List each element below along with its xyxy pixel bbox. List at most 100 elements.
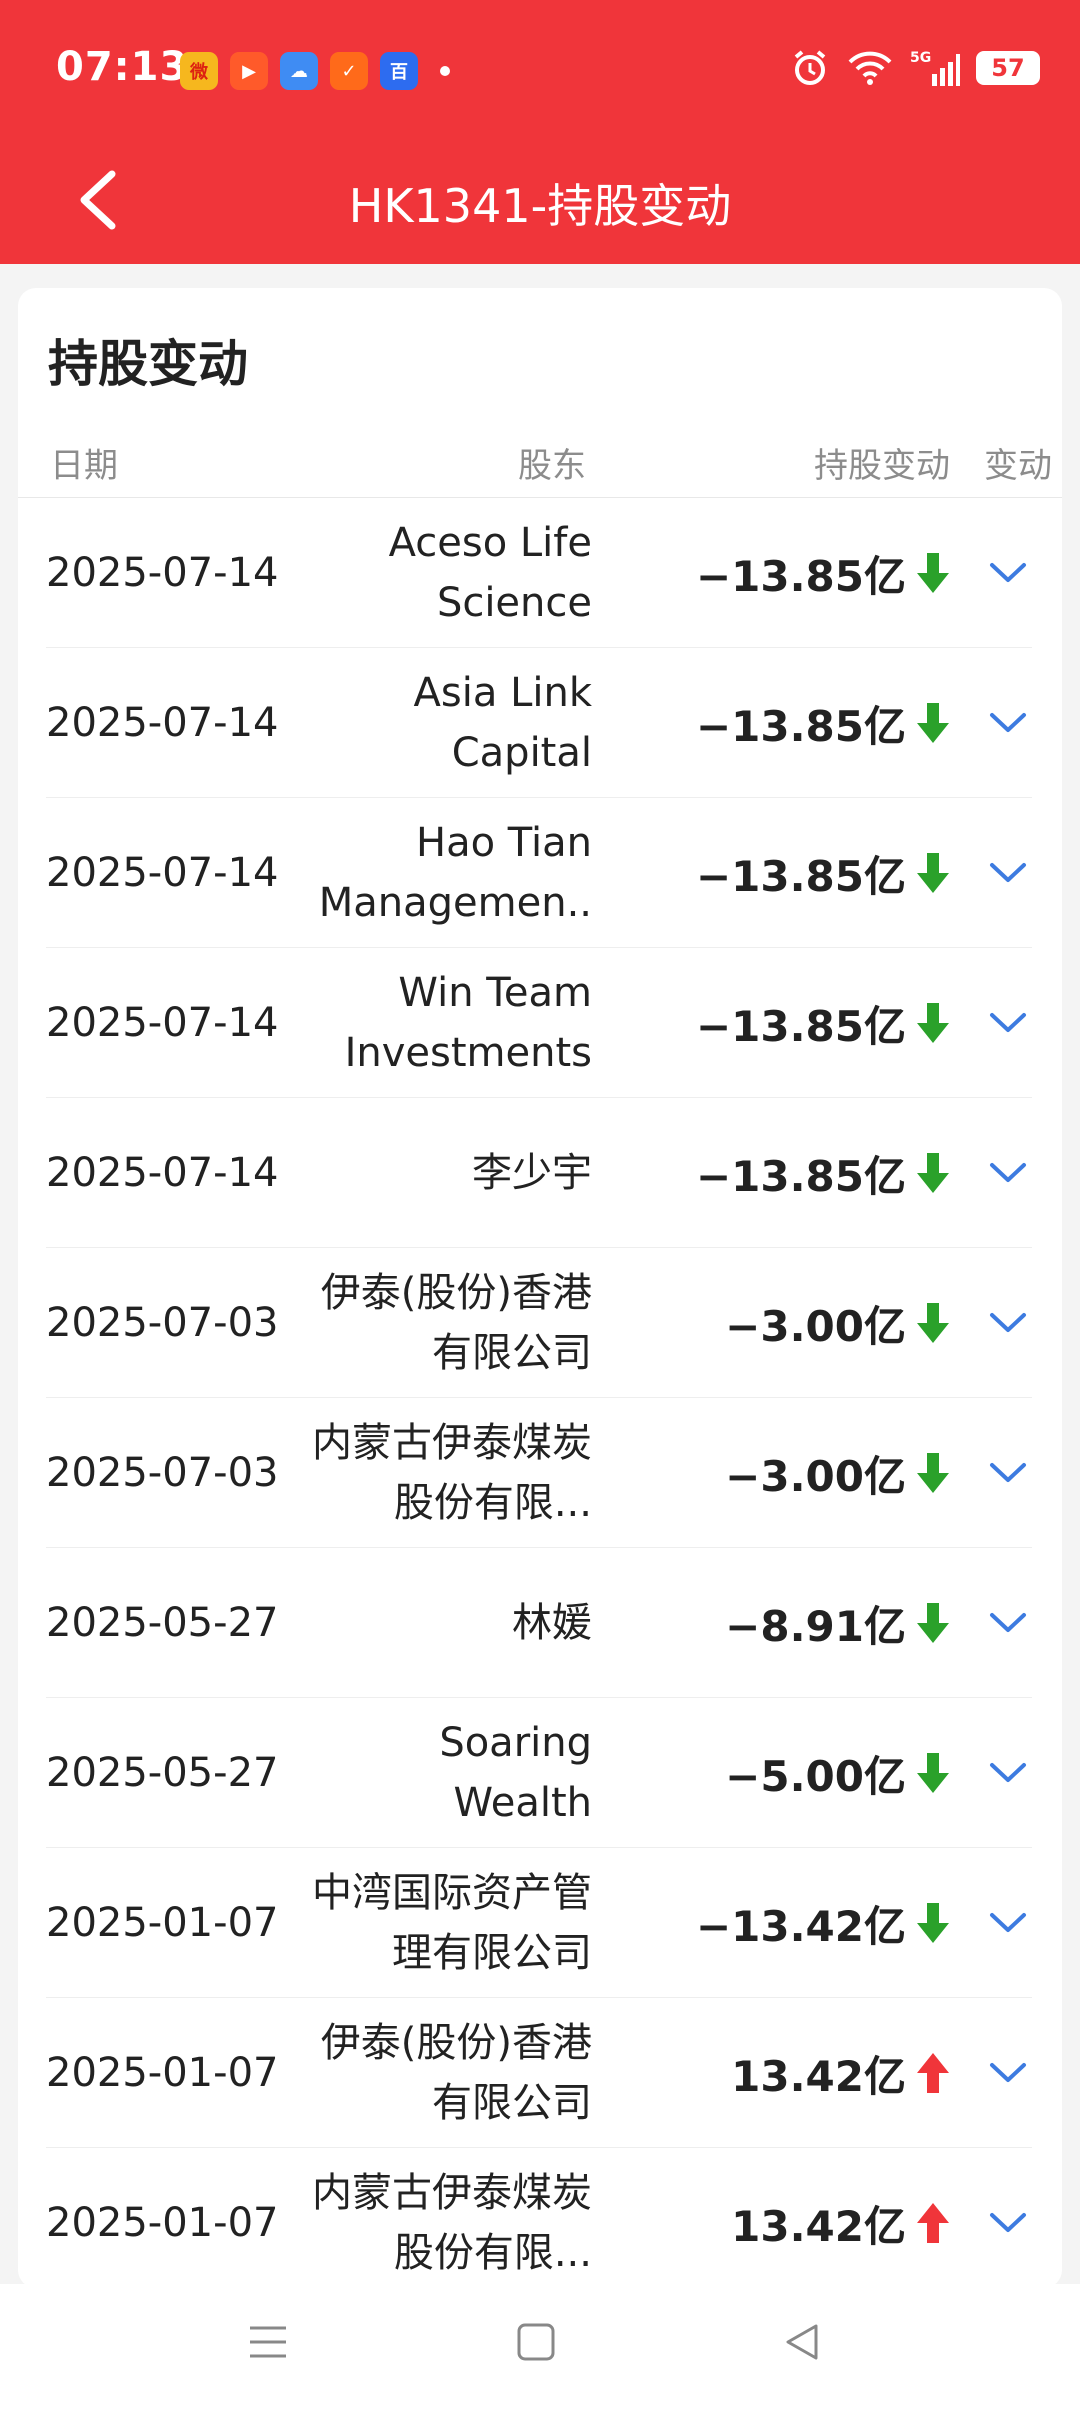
arrow-down-icon <box>912 1848 954 1998</box>
table-row[interactable]: 2025-01-07 伊泰(股份)香港有限公司 13.42亿 <box>46 1998 1032 2148</box>
table-row[interactable]: 2025-05-27 Soaring Wealth −5.00亿 <box>46 1698 1032 1848</box>
row-holder: Hao Tian Managemen.. <box>312 798 592 948</box>
row-date: 2025-07-03 <box>46 1450 279 1496</box>
svg-text:5G: 5G <box>910 50 931 66</box>
table-row[interactable]: 2025-07-14 Asia Link Capital −13.85亿 <box>46 648 1032 798</box>
arrow-down-icon <box>912 1548 954 1698</box>
table-row[interactable]: 2025-07-14 Hao Tian Managemen.. −13.85亿 <box>46 798 1032 948</box>
chevron-down-icon[interactable] <box>984 948 1032 1098</box>
arrow-down-icon <box>912 1098 954 1248</box>
column-header-holder: 股东 <box>518 446 586 486</box>
home-icon[interactable] <box>514 2320 558 2364</box>
nav-bar: HK1341-持股变动 <box>0 140 1080 264</box>
row-holder: 内蒙古伊泰煤炭股份有限... <box>312 2148 592 2288</box>
status-time: 07:13 <box>56 44 189 90</box>
row-date: 2025-01-07 <box>46 1900 279 1946</box>
arrow-down-icon <box>912 1398 954 1548</box>
table-row[interactable]: 2025-07-14 李少宇 −13.85亿 <box>46 1098 1032 1248</box>
chevron-down-icon[interactable] <box>984 1998 1032 2148</box>
column-header-date: 日期 <box>50 446 118 486</box>
chevron-down-icon[interactable] <box>984 1248 1032 1398</box>
arrow-down-icon <box>912 648 954 798</box>
weather-app-icon: ☁ <box>280 52 318 90</box>
row-change-value: −13.85亿 <box>695 551 906 601</box>
chevron-down-icon[interactable] <box>984 1098 1032 1248</box>
arrow-down-icon <box>912 948 954 1098</box>
row-date: 2025-07-03 <box>46 1300 279 1346</box>
header-bar: 07:13 微 ▶ ☁ ✓ 百 5G 57 HK1341-持股变动 <box>0 0 1080 264</box>
table-row[interactable]: 2025-05-27 林媛 −8.91亿 <box>46 1548 1032 1698</box>
table-row[interactable]: 2025-07-14 Aceso Life Science −13.85亿 <box>46 498 1032 648</box>
more-notifications-dot <box>440 66 450 76</box>
row-holder: 中湾国际资产管理有限公司 <box>312 1848 592 1998</box>
arrow-up-icon <box>912 2148 954 2288</box>
table-row[interactable]: 2025-01-07 内蒙古伊泰煤炭股份有限... 13.42亿 <box>46 2148 1032 2288</box>
row-change-value: 13.42亿 <box>731 2051 906 2101</box>
arrow-down-icon <box>912 498 954 648</box>
row-change-value: −13.42亿 <box>695 1901 906 1951</box>
chevron-down-icon[interactable] <box>984 2148 1032 2288</box>
menu-icon[interactable] <box>246 2320 290 2364</box>
chevron-down-icon[interactable] <box>984 1398 1032 1548</box>
row-change-value: −8.91亿 <box>725 1601 906 1651</box>
row-change-value: −13.85亿 <box>695 1151 906 1201</box>
row-holder-name: 林媛 <box>512 1600 592 1646</box>
row-date: 2025-07-14 <box>46 850 279 896</box>
chevron-down-icon[interactable] <box>984 1548 1032 1698</box>
table-header: 日期 股东 持股变动 变动 <box>18 408 1062 498</box>
row-holder-name: 伊泰(股份)香港有限公司 <box>320 2020 592 2126</box>
row-holder: Aceso Life Science <box>312 498 592 648</box>
row-change-value: −3.00亿 <box>725 1451 906 1501</box>
table-body: 2025-07-14 Aceso Life Science −13.85亿 2025-… <box>18 498 1062 2288</box>
table-row[interactable]: 2025-07-14 Win Team Investments −13.85亿 <box>46 948 1032 1098</box>
column-header-more: 变动 <box>984 446 1052 486</box>
row-date: 2025-07-14 <box>46 1150 279 1196</box>
row-holder-name: 内蒙古伊泰煤炭股份有限... <box>312 2170 592 2276</box>
table-row[interactable]: 2025-07-03 内蒙古伊泰煤炭股份有限... −3.00亿 <box>46 1398 1032 1548</box>
row-holder-name: Hao Tian Managemen.. <box>318 820 592 926</box>
video-app-icon: ▶ <box>230 52 268 90</box>
row-holder: Soaring Wealth <box>312 1698 592 1848</box>
row-date: 2025-07-14 <box>46 700 279 746</box>
row-holder: 李少宇 <box>312 1098 592 1248</box>
row-holder-name: 李少宇 <box>472 1150 592 1196</box>
row-holder: 内蒙古伊泰煤炭股份有限... <box>312 1398 592 1548</box>
row-holder-name: 伊泰(股份)香港有限公司 <box>320 1270 592 1376</box>
arrow-down-icon <box>912 798 954 948</box>
chevron-down-icon[interactable] <box>984 498 1032 648</box>
table-row[interactable]: 2025-07-03 伊泰(股份)香港有限公司 −3.00亿 <box>46 1248 1032 1398</box>
arrow-up-icon <box>912 1998 954 2148</box>
row-holder: 林媛 <box>312 1548 592 1698</box>
row-change-value: −13.85亿 <box>695 701 906 751</box>
chevron-down-icon[interactable] <box>984 648 1032 798</box>
back-nav-icon[interactable] <box>780 2320 824 2364</box>
row-date: 2025-07-14 <box>46 550 279 596</box>
row-change-value: −5.00亿 <box>725 1751 906 1801</box>
system-nav-bar <box>0 2284 1080 2412</box>
wifi-icon <box>848 51 892 85</box>
card-title: 持股变动 <box>48 335 248 393</box>
page-title: HK1341-持股变动 <box>348 179 732 233</box>
row-change-value: −3.00亿 <box>725 1301 906 1351</box>
row-holder-name: Soaring Wealth <box>439 1720 592 1826</box>
row-date: 2025-05-27 <box>46 1600 279 1646</box>
notification-icons: 微 ▶ ☁ ✓ 百 <box>180 52 450 90</box>
row-change-value: 13.42亿 <box>731 2201 906 2251</box>
row-holder: Win Team Investments <box>312 948 592 1098</box>
row-date: 2025-05-27 <box>46 1750 279 1796</box>
system-icons: 5G 57 <box>790 48 1040 88</box>
arrow-down-icon <box>912 1698 954 1848</box>
signal-5g-icon: 5G <box>910 50 960 86</box>
row-holder-name: Win Team Investments <box>344 970 592 1076</box>
chevron-down-icon[interactable] <box>984 1698 1032 1848</box>
row-change-value: −13.85亿 <box>695 851 906 901</box>
row-date: 2025-07-14 <box>46 1000 279 1046</box>
chevron-down-icon[interactable] <box>984 1848 1032 1998</box>
row-change-value: −13.85亿 <box>695 1001 906 1051</box>
row-holder-name: 内蒙古伊泰煤炭股份有限... <box>312 1420 592 1526</box>
column-header-change: 持股变动 <box>814 446 950 486</box>
table-row[interactable]: 2025-01-07 中湾国际资产管理有限公司 −13.42亿 <box>46 1848 1032 1998</box>
row-holder: 伊泰(股份)香港有限公司 <box>312 1248 592 1398</box>
chevron-down-icon[interactable] <box>984 798 1032 948</box>
row-holder-name: 中湾国际资产管理有限公司 <box>312 1870 592 1976</box>
